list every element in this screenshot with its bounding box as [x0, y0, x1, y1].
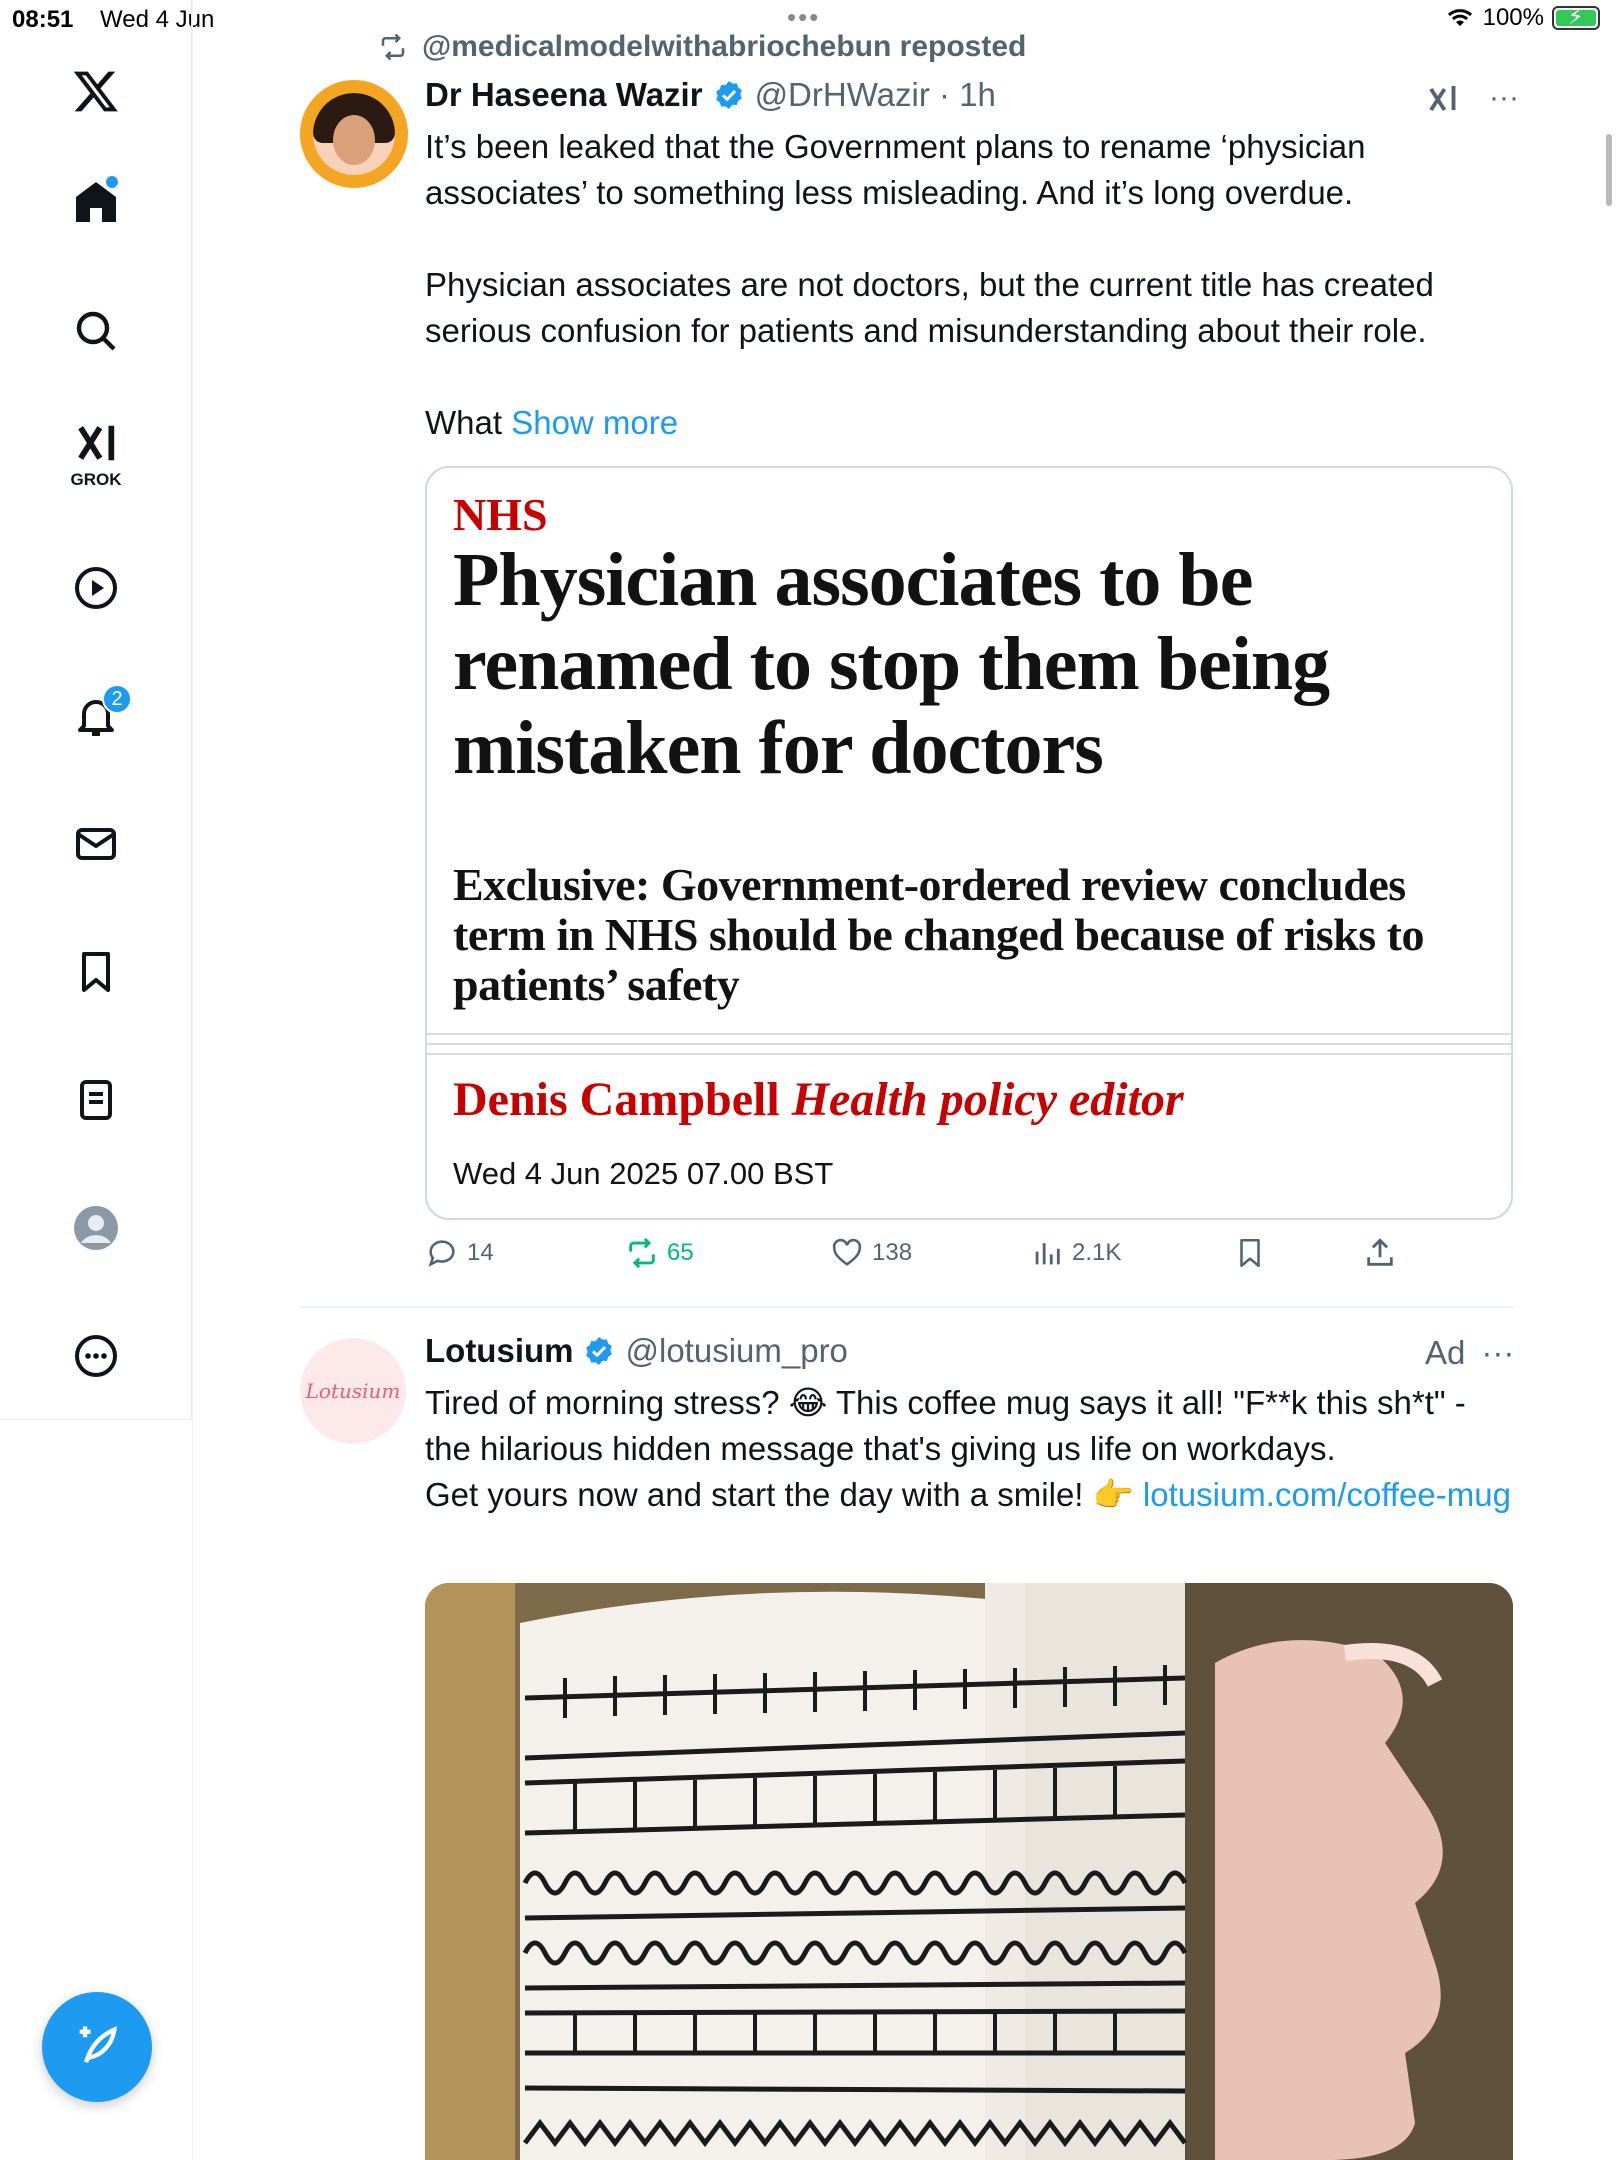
article-author-role: Health policy editor: [791, 1073, 1184, 1126]
home-unread-dot: [106, 176, 118, 188]
article-byline: Denis Campbell Health policy editor: [453, 1072, 1184, 1127]
ad-author-name[interactable]: Lotusium: [425, 1332, 573, 1370]
lists-icon[interactable]: [60, 1064, 132, 1136]
messages-envelope-icon[interactable]: [60, 808, 132, 880]
grok-explain-icon[interactable]: [1425, 80, 1461, 116]
repost-icon: [381, 33, 405, 61]
reply-icon: [428, 1240, 455, 1267]
author-name[interactable]: Dr Haseena Wazir: [425, 76, 703, 114]
verified-badge-icon: [715, 81, 742, 109]
author-handle-time[interactable]: @DrHWazir · 1h: [755, 76, 996, 114]
profile-avatar-icon[interactable]: [60, 1192, 132, 1264]
article-author: Denis Campbell: [453, 1073, 780, 1126]
ad-header: Lotusium @lotusium_pro: [425, 1332, 848, 1370]
tweet-paragraph-2: Physician associates are not doctors, bu…: [425, 266, 1434, 349]
bookmark-icon[interactable]: [60, 936, 132, 1008]
article-image-card[interactable]: NHS Physician associates to be renamed t…: [425, 466, 1513, 1220]
share-button[interactable]: [1363, 1236, 1397, 1270]
repost-label: @medicalmodelwithabriochebun reposted: [422, 30, 1027, 63]
notifications-bell-icon[interactable]: 2: [60, 680, 132, 752]
compose-post-button[interactable]: [42, 1992, 152, 2102]
like-button[interactable]: 138: [830, 1236, 912, 1270]
battery-percent: 100%: [1482, 4, 1544, 31]
ad-media-image[interactable]: [425, 1583, 1513, 2160]
repost-indicator[interactable]: @medicalmodelwithabriochebun reposted: [378, 30, 1026, 64]
tweet-more-menu[interactable]: ···: [1489, 81, 1519, 115]
battery-icon: ⚡: [1552, 4, 1600, 30]
tweet-body: It’s been leaked that the Government pla…: [425, 124, 1505, 492]
repost-count-icon: [629, 1237, 655, 1269]
ad-top-right: Ad ···: [1425, 1334, 1514, 1372]
ad-verified-badge-icon: [586, 1337, 613, 1365]
x-logo-icon[interactable]: [60, 55, 132, 127]
search-icon[interactable]: [60, 295, 132, 367]
reply-count: 14: [467, 1239, 494, 1266]
article-standfirst: Exclusive: Government-ordered review con…: [453, 859, 1424, 1010]
sidebar: GROK 2: [0, 0, 192, 1420]
views-bar-chart-icon: [1035, 1243, 1060, 1265]
status-right: 100% ⚡: [1445, 4, 1600, 32]
ad-avatar-logo: Lotusium: [305, 1379, 401, 1403]
bookmark-button[interactable]: [1233, 1236, 1267, 1270]
wifi-icon: [1447, 9, 1472, 26]
coffee-mug-photo: [425, 1583, 1513, 2160]
tweet-paragraph-3-start: What: [425, 404, 503, 441]
article-divider-rules: [427, 1033, 1511, 1063]
tweet-paragraph-3: What Show more: [425, 400, 1505, 446]
tweet-paragraph-1: It’s been leaked that the Government pla…: [425, 128, 1366, 211]
article-section: NHS: [453, 489, 548, 540]
heart-icon: [832, 1238, 862, 1266]
ad-label: Ad: [1425, 1334, 1466, 1371]
tweet-header: Dr Haseena Wazir @DrHWazir · 1h: [425, 76, 996, 114]
tweet-top-actions: ···: [1425, 80, 1519, 116]
tweet-divider: [300, 1306, 1514, 1308]
author-avatar[interactable]: [300, 80, 408, 188]
ad-body: Tired of morning stress? 😂 This coffee m…: [425, 1380, 1515, 1518]
grok-icon[interactable]: GROK: [60, 420, 132, 500]
home-icon[interactable]: [60, 166, 132, 238]
ad-link[interactable]: lotusium.com/coffee-mug: [1143, 1476, 1511, 1513]
tweet-actions: 14 65 138 2.1K: [425, 1236, 1505, 1286]
grok-label: GROK: [70, 470, 122, 489]
views-count: 2.1K: [1072, 1239, 1122, 1266]
reply-button[interactable]: 14: [425, 1236, 494, 1270]
ad-line-1: Tired of morning stress? 😂 This coffee m…: [425, 1384, 1466, 1467]
views-button[interactable]: 2.1K: [1030, 1236, 1121, 1270]
share-upload-icon: [1367, 1238, 1393, 1266]
ad-line-2: Get yours now and start the day with a s…: [425, 1476, 1134, 1513]
show-more-link[interactable]: Show more: [511, 404, 678, 441]
multitask-dots[interactable]: •••: [787, 2, 820, 33]
ad-author-avatar[interactable]: Lotusium: [300, 1338, 406, 1444]
ad-more-menu[interactable]: ···: [1481, 1334, 1514, 1372]
sidebar-divider: [192, 0, 193, 2160]
bookmark-outline-icon: [1240, 1238, 1260, 1268]
video-play-icon[interactable]: [60, 552, 132, 624]
compose-feather-icon: [79, 2026, 118, 2063]
article-date: Wed 4 Jun 2025 07.00 BST: [453, 1156, 834, 1191]
ad-author-handle[interactable]: @lotusium_pro: [625, 1332, 847, 1370]
scrollbar[interactable]: [1606, 134, 1612, 206]
notification-badge: 2: [102, 684, 132, 714]
repost-count: 65: [667, 1239, 694, 1266]
ad-line-2-wrap: Get yours now and start the day with a s…: [425, 1472, 1515, 1518]
article-headline: Physician associates to be renamed to st…: [453, 538, 1330, 790]
repost-button[interactable]: 65: [625, 1236, 694, 1270]
like-count: 138: [872, 1239, 913, 1266]
more-options-icon[interactable]: [60, 1320, 132, 1392]
